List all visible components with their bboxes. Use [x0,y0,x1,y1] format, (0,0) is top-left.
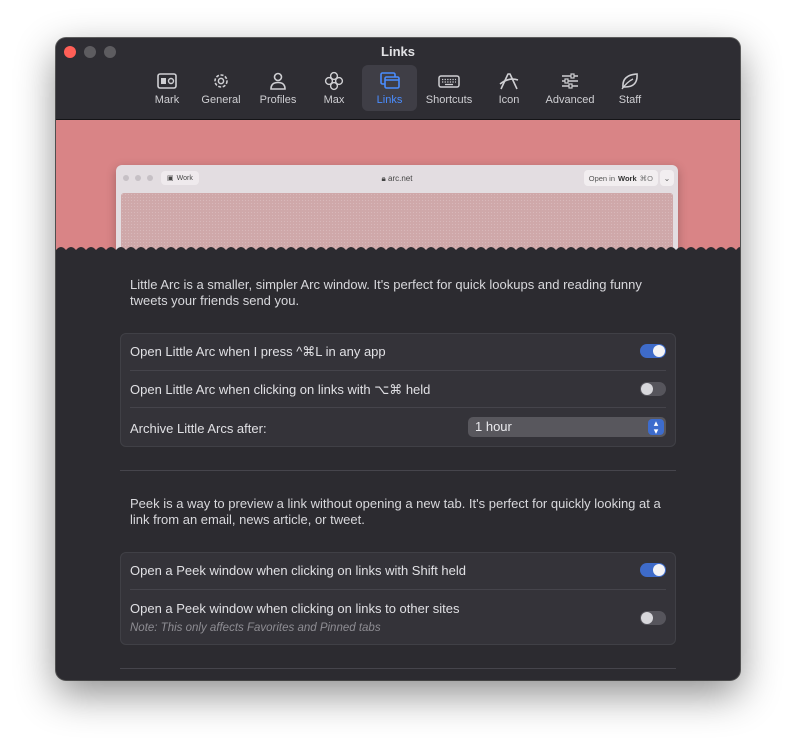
peek-other-sites-label: Open a Peek window when clicking on link… [130,601,460,616]
sliders-icon [562,73,578,89]
archive-duration-value: 1 hour [475,419,512,434]
peek-other-sites-toggle[interactable] [640,611,666,625]
tab-links-label: Links [376,94,403,106]
tab-advanced[interactable]: Advanced [540,65,600,111]
tab-mark[interactable]: Mark [147,65,187,111]
lock-icon: 🔒︎ [381,174,386,183]
setting-row-peek-shift: Open a Peek window when clicking on link… [130,553,666,589]
flower-icon [324,71,344,91]
peek-other-sites-note: Note: This only affects Favorites and Pi… [130,622,381,634]
peek-shift-toggle[interactable] [640,563,666,577]
little-arc-description: Little Arc is a smaller, simpler Arc win… [130,277,642,308]
windows-icon [379,72,400,89]
tab-max[interactable]: Max [314,65,354,111]
little-arc-shortcut-toggle[interactable] [640,344,666,358]
open-in-space: Work [618,173,637,183]
person-icon [270,72,286,90]
keyboard-icon [438,75,460,88]
open-in-shortcut: ⌘O [639,173,653,183]
mini-url-text: arc.net [388,174,413,183]
setting-row-archive: Archive Little Arcs after: 1 hour ▴ ▾ [130,407,666,447]
setting-row-peek-other-sites: Open a Peek window when clicking on link… [130,589,666,645]
leaf-icon [621,73,638,90]
archive-label: Archive Little Arcs after: [130,421,267,436]
preferences-toolbar: Mark General Profiles Max Links Shortcut… [56,65,740,113]
mini-open-in-button: Open in Work ⌘O [583,170,658,186]
archive-duration-select[interactable]: 1 hour ▴ ▾ [468,417,666,437]
tab-staff[interactable]: Staff [611,65,649,111]
peek-description: Peek is a way to preview a link without … [130,496,661,527]
setting-row-little-arc-shortcut: Open Little Arc when I press ^⌘L in any … [130,334,666,370]
tab-profiles-label: Profiles [259,94,297,106]
tab-links[interactable]: Links [362,65,417,111]
settings-window: Links Mark General Profiles Max Links Sh… [56,38,740,680]
tab-icon-label: Icon [498,94,520,106]
peek-settings-card: Open a Peek window when clicking on link… [120,552,676,645]
tab-shortcuts-label: Shortcuts [425,94,473,106]
little-arc-links-toggle[interactable] [640,382,666,396]
tab-mark-label: Mark [154,94,180,106]
little-arc-shortcut-label: Open Little Arc when I press ^⌘L in any … [130,344,386,359]
little-arc-links-label: Open Little Arc when clicking on links w… [130,382,431,397]
tab-staff-label: Staff [618,94,642,106]
mini-web-content [121,193,673,252]
section-divider-bottom [120,668,676,669]
setting-row-little-arc-links: Open Little Arc when clicking on links w… [130,370,666,408]
window-title: Links [381,44,415,59]
chevron-down-icon: ⌄ [660,170,674,186]
tab-icon[interactable]: Icon [492,65,526,111]
tab-general-label: General [201,94,241,106]
tab-max-label: Max [323,94,345,106]
mark-icon [157,73,177,89]
little-arc-preview: ▣ Work 🔒︎ arc.net Open in Work ⌘O ⌄ [56,120,740,252]
tab-general[interactable]: General [197,65,245,111]
open-in-prefix: Open in [588,173,616,183]
tab-profiles[interactable]: Profiles [254,65,302,111]
tab-advanced-label: Advanced [545,94,595,106]
section-divider [120,470,676,471]
mini-arc-window: ▣ Work 🔒︎ arc.net Open in Work ⌘O ⌄ [116,165,678,252]
peek-shift-label: Open a Peek window when clicking on link… [130,563,467,578]
tab-shortcuts[interactable]: Shortcuts [420,65,478,111]
gear-icon [214,74,228,88]
little-arc-settings-card: Open Little Arc when I press ^⌘L in any … [120,333,676,447]
wave-divider [56,247,740,255]
arc-logo-icon [499,73,519,90]
titlebar: Links Mark General Profiles Max Links Sh… [56,38,740,120]
up-down-chevron-icon: ▴ ▾ [648,419,664,436]
